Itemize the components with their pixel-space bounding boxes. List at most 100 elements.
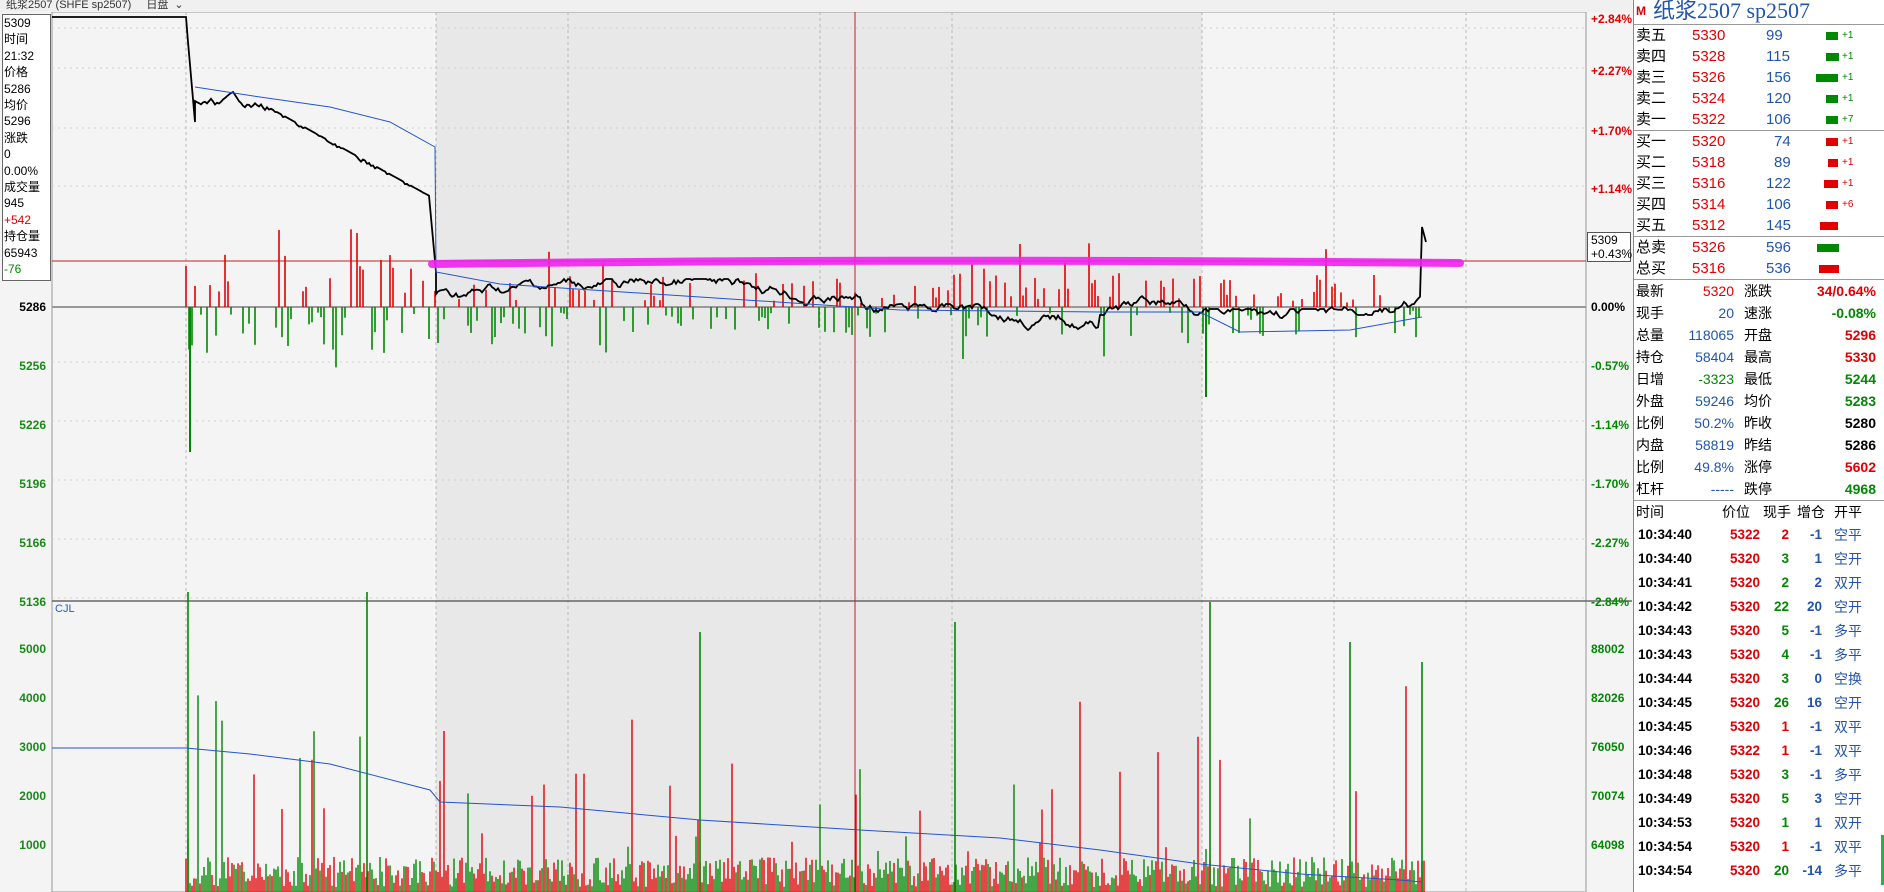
trade-oi: 1 — [1814, 815, 1822, 830]
stat-value: 20 — [1718, 305, 1734, 321]
oi-axis-label: 82026 — [1591, 691, 1625, 705]
trade-price: 5320 — [1729, 791, 1760, 806]
volume-axis-label: 1000 — [19, 838, 46, 852]
info-line: 成交量 — [4, 180, 41, 195]
info-line: 均价 — [4, 98, 29, 113]
info-line: -76 — [4, 262, 22, 277]
trade-row: 10:34:43 5320 4 -1 多平 — [1634, 643, 1884, 667]
ask-price: 5328 — [1692, 48, 1726, 65]
trade-price: 5322 — [1729, 527, 1760, 542]
trade-row: 10:34:45 5320 1 -1 双平 — [1634, 715, 1884, 739]
trade-time: 10:34:45 — [1638, 695, 1693, 710]
bid-label: 买一 — [1636, 133, 1667, 150]
info-line: 涨跌 — [4, 130, 29, 145]
trade-row: 10:34:48 5320 3 -1 多平 — [1634, 763, 1884, 787]
stat-row: 现手 20 速涨 -0.08% — [1634, 302, 1884, 324]
stat-label: 跌停 — [1744, 481, 1772, 497]
pct-axis-label: +2.27% — [1591, 64, 1633, 78]
total-ask-price: 5326 — [1692, 239, 1726, 256]
stat-value: 5296 — [1844, 327, 1876, 343]
volume-axis-label: 4000 — [19, 691, 46, 705]
ask-volume: 115 — [1766, 48, 1790, 65]
trade-time: 10:34:53 — [1638, 815, 1693, 830]
oi-axis-label: 64098 — [1591, 838, 1625, 852]
trade-oi: 0 — [1814, 671, 1822, 686]
stat-row: 杠杆 ----- 跌停 4968 — [1634, 478, 1884, 500]
pct-axis-label: +2.84% — [1591, 12, 1633, 26]
stat-value: 49.8% — [1694, 459, 1734, 475]
stat-label: 外盘 — [1636, 393, 1664, 409]
intraday-chart[interactable] — [0, 12, 1632, 892]
ask-row: 卖二 5324 120 +1 — [1634, 88, 1884, 109]
trade-oi: 3 — [1814, 791, 1822, 806]
ask-row: 卖四 5328 115 +1 — [1634, 46, 1884, 67]
price-axis-label: 5256 — [19, 359, 46, 373]
ask-change: +1 — [1842, 72, 1854, 83]
session-shade — [436, 12, 1202, 892]
cursor-pct: +0.43% — [1591, 247, 1633, 261]
ask-volume-bar — [1826, 53, 1839, 61]
bid-price: 5314 — [1692, 196, 1726, 213]
price-axis-label: 5226 — [19, 418, 46, 432]
quote-panel: M 纸浆2507 sp2507 卖五 5330 99 +1 卖四 5328 11… — [1633, 0, 1884, 892]
chevron-down-icon: ⌄ — [174, 0, 184, 11]
bid-price: 5316 — [1692, 175, 1726, 192]
contract-tab-label[interactable]: 纸浆2507 (SHFE sp2507) — [6, 0, 131, 11]
ask-price: 5326 — [1692, 69, 1726, 86]
cursor-price: 5309 — [1591, 233, 1618, 247]
ask-row: 卖三 5326 156 +1 — [1634, 67, 1884, 88]
bid-change: +1 — [1842, 136, 1854, 147]
trade-row: 10:34:42 5320 22 20 空开 — [1634, 595, 1884, 619]
oi-axis-label: 88002 — [1591, 642, 1625, 656]
trades-col-type: 开平 — [1834, 504, 1862, 520]
total-ask-bar — [1817, 244, 1839, 252]
bid-book: 买一 5320 74 +1 买二 5318 89 +1 买三 5316 122 … — [1634, 130, 1884, 236]
period-selector[interactable]: 日盘 ⌄ — [140, 0, 183, 11]
ask-volume: 156 — [1766, 69, 1792, 86]
stat-label: 涨跌 — [1744, 283, 1772, 299]
trade-type: 双平 — [1834, 719, 1862, 735]
trade-price: 5322 — [1729, 743, 1760, 758]
stat-label: 比例 — [1636, 459, 1664, 475]
trade-price: 5320 — [1729, 599, 1760, 614]
info-line: +542 — [4, 212, 32, 227]
bid-row: 买四 5314 106 +6 — [1634, 194, 1884, 215]
stat-value: 5244 — [1844, 371, 1876, 387]
ask-price: 5324 — [1692, 90, 1726, 107]
total-bid-price: 5316 — [1692, 260, 1726, 277]
total-ask-label: 总卖 — [1636, 239, 1667, 256]
info-line: 65943 — [4, 245, 38, 260]
bid-volume: 122 — [1766, 175, 1792, 192]
trade-row: 10:34:41 5320 2 2 双开 — [1634, 571, 1884, 595]
trade-oi: 2 — [1814, 575, 1822, 590]
price-axis-label: 5166 — [19, 536, 46, 550]
stat-label: 持仓 — [1636, 349, 1664, 365]
trade-qty: 1 — [1781, 743, 1789, 758]
trade-type: 多平 — [1834, 767, 1862, 783]
stat-label: 速涨 — [1744, 305, 1772, 321]
bid-volume: 106 — [1766, 196, 1792, 213]
trade-row: 10:34:54 5320 20 -14 多平 — [1634, 859, 1884, 883]
bid-label: 买三 — [1636, 175, 1667, 192]
trade-time: 10:34:40 — [1638, 527, 1693, 542]
ask-book: 卖五 5330 99 +1 卖四 5328 115 +1 卖三 5326 156… — [1634, 24, 1884, 130]
trade-type: 空换 — [1834, 671, 1862, 687]
trade-type: 多平 — [1834, 623, 1862, 639]
stat-value: -0.08% — [1831, 305, 1876, 321]
trade-oi: -1 — [1809, 839, 1822, 854]
pct-axis-label: -1.14% — [1591, 418, 1630, 432]
chart-canvas[interactable] — [0, 12, 1632, 892]
ask-row: 卖五 5330 99 +1 — [1634, 25, 1884, 46]
trade-row: 10:34:45 5320 26 16 空开 — [1634, 691, 1884, 715]
stat-label: 日增 — [1636, 371, 1664, 387]
bid-price: 5318 — [1692, 154, 1726, 171]
trades-list[interactable]: 10:34:40 5322 2 -1 空平 10:34:40 5320 3 1 空开 10:34:4… — [1634, 523, 1884, 883]
trade-type: 空平 — [1834, 527, 1862, 543]
trade-row: 10:34:46 5322 1 -1 双平 — [1634, 739, 1884, 763]
volume-indicator-label: CJL — [55, 603, 75, 615]
bid-volume: 89 — [1774, 154, 1791, 171]
trade-qty: 5 — [1781, 623, 1789, 638]
trade-time: 10:34:41 — [1638, 575, 1693, 590]
trades-col-price: 价位 — [1722, 504, 1750, 520]
trades-col-oi: 增仓 — [1797, 504, 1825, 520]
